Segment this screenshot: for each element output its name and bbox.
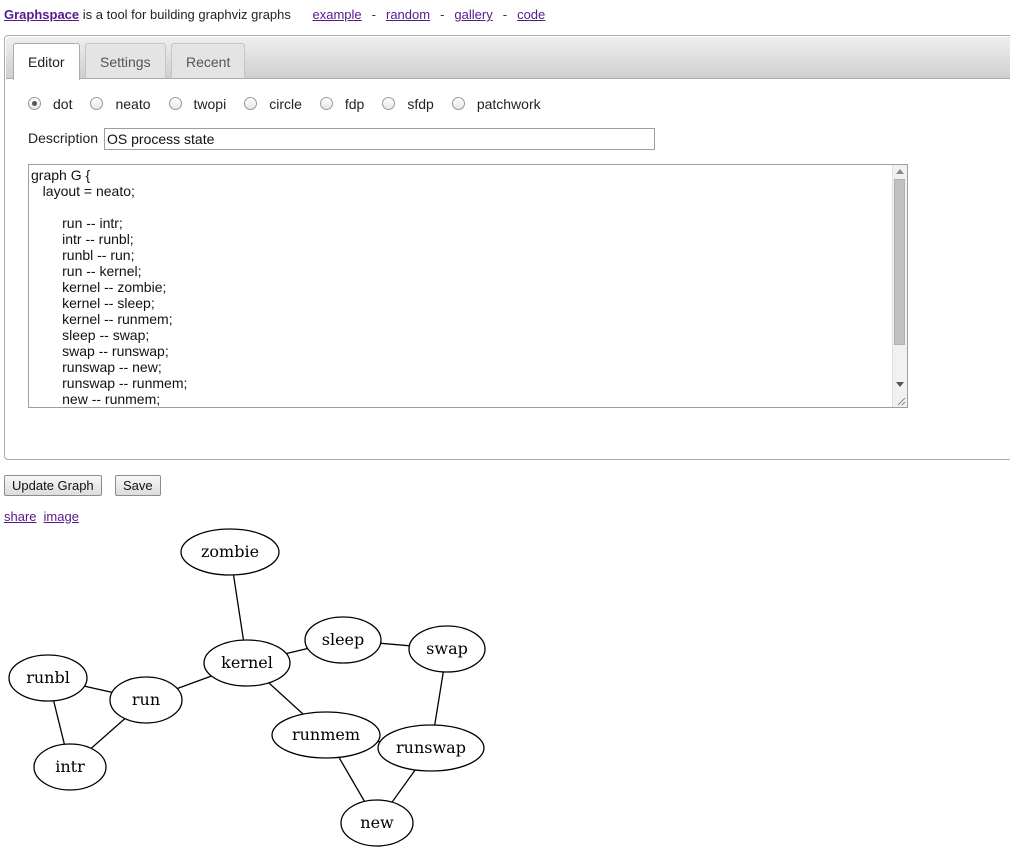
radio-button-icon[interactable] [382, 97, 396, 110]
graph-node-runmem: runmem [271, 711, 381, 759]
graph-node-label: runmem [292, 725, 360, 744]
scroll-up-arrow-icon[interactable] [896, 169, 904, 174]
radio-sfdp[interactable]: sfdp [382, 94, 434, 114]
save-button[interactable]: Save [115, 475, 161, 496]
radio-button-icon[interactable] [244, 97, 258, 110]
graph-node-label: sleep [322, 630, 365, 649]
description-label: Description [28, 130, 99, 146]
brand-link[interactable]: Graphspace [4, 7, 79, 22]
description-input[interactable] [104, 128, 655, 150]
update-graph-button[interactable]: Update Graph [4, 475, 102, 496]
code-text[interactable]: graph G { layout = neato; run -- intr; i… [29, 165, 907, 407]
radio-fdp[interactable]: fdp [319, 94, 365, 114]
scrollbar[interactable] [892, 165, 907, 407]
graph-node-label: runbl [26, 668, 70, 687]
header-bar: Graphspace is a tool for building graphv… [4, 6, 545, 24]
radio-circle[interactable]: circle [244, 94, 302, 114]
scroll-down-arrow-icon[interactable] [896, 382, 904, 387]
radio-button-icon[interactable] [168, 97, 182, 110]
tab-bar: Editor Settings Recent [6, 37, 1010, 80]
graph-node-sleep: sleep [304, 616, 382, 664]
graph-node-label: swap [426, 639, 468, 658]
resize-grip-icon[interactable] [896, 396, 906, 406]
graph-node-label: kernel [221, 653, 273, 672]
graph-node-new: new [340, 799, 414, 847]
radio-button-icon[interactable] [319, 97, 333, 110]
graph-node-label: zombie [201, 542, 259, 561]
link-separator: - [502, 7, 508, 22]
graph-node-runbl: runbl [8, 654, 88, 702]
radio-button-icon[interactable] [451, 97, 465, 110]
radio-label: sfdp [407, 96, 434, 112]
graph-node-intr: intr [33, 743, 107, 791]
radio-neato[interactable]: neato [90, 94, 151, 114]
random-link[interactable]: random [386, 7, 430, 22]
radio-label: patchwork [476, 96, 541, 112]
tab-settings[interactable]: Settings [85, 43, 166, 78]
radio-button-icon[interactable] [28, 97, 41, 110]
radio-button-icon[interactable] [90, 97, 104, 110]
scrollbar-thumb[interactable] [894, 179, 905, 345]
link-separator: - [440, 7, 445, 22]
graph-node-label: runswap [396, 738, 466, 757]
radio-label: twopi [193, 96, 227, 112]
code-link[interactable]: code [517, 7, 545, 22]
graph-node-kernel: kernel [203, 639, 291, 687]
header-links: example - random - gallery - code [313, 7, 546, 22]
graph-node-swap: swap [408, 625, 486, 673]
tab-recent[interactable]: Recent [171, 43, 246, 78]
example-link[interactable]: example [313, 7, 362, 22]
layout-radio-group: dot neato twopi circle fdp sfdp patchwork [28, 94, 559, 114]
tagline: is a tool for building graphviz graphs [79, 7, 291, 22]
radio-label: dot [53, 96, 73, 112]
radio-patchwork[interactable]: patchwork [451, 94, 541, 114]
radio-label: neato [115, 96, 151, 112]
radio-dot[interactable]: dot [28, 94, 72, 114]
graph-node-run: run [109, 676, 183, 724]
radio-label: fdp [344, 96, 365, 112]
radio-twopi[interactable]: twopi [168, 94, 227, 114]
graph-render: zombie kernel sleep swap runbl run runmem runsw… [8, 528, 486, 847]
tab-editor[interactable]: Editor [13, 43, 80, 80]
graph-node-label: new [360, 813, 394, 832]
link-separator: - [371, 7, 376, 22]
gallery-link[interactable]: gallery [454, 7, 492, 22]
code-editor[interactable]: graph G { layout = neato; run -- intr; i… [28, 164, 908, 408]
graph-node-label: intr [55, 757, 85, 776]
graph-node-zombie: zombie [180, 528, 280, 576]
graph-node-label: run [132, 690, 160, 709]
radio-label: circle [269, 96, 302, 112]
graph-node-runswap: runswap [377, 724, 485, 772]
